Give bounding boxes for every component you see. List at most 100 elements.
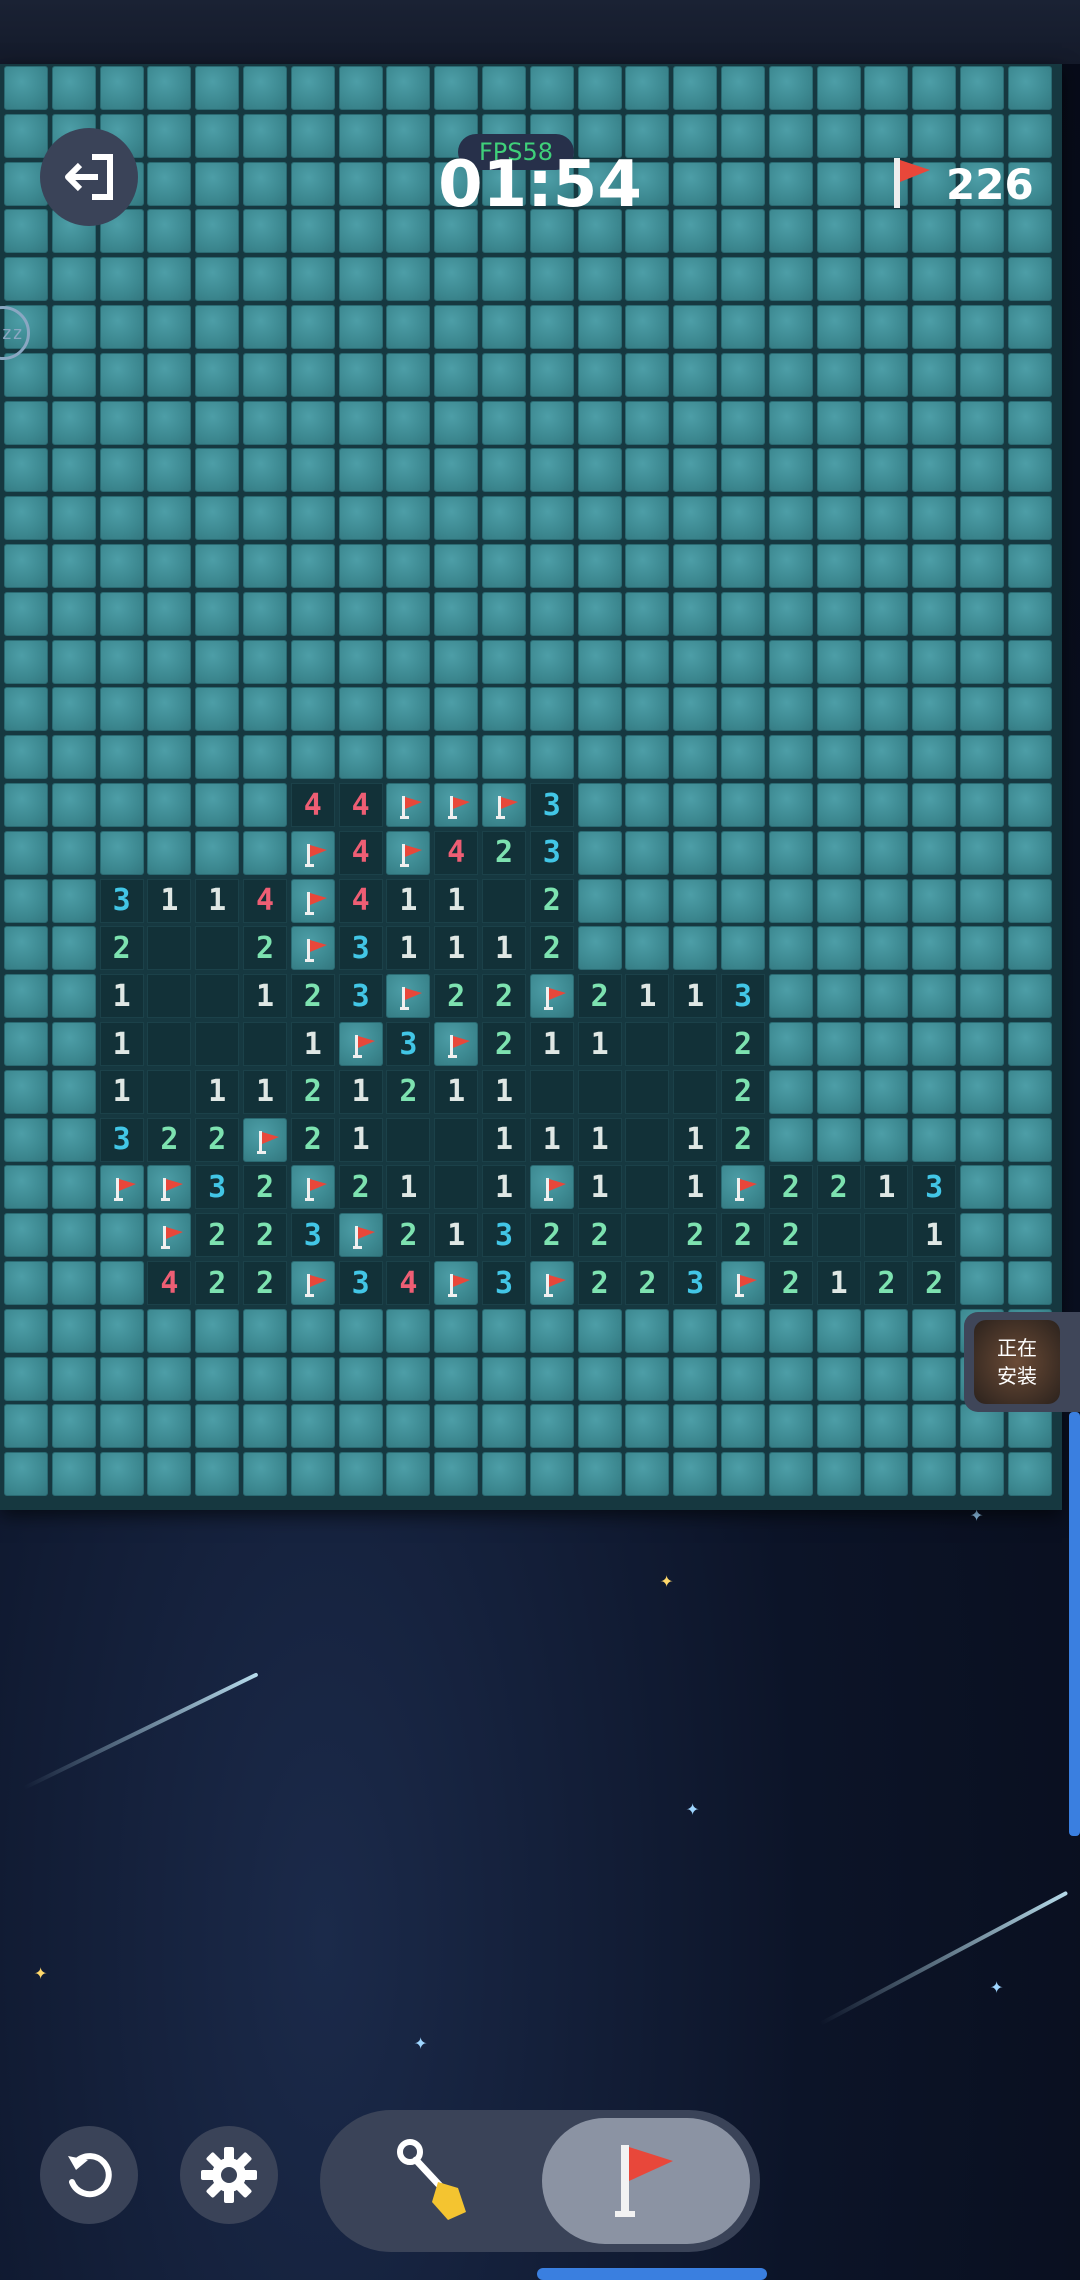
covered-cell[interactable] [577,687,622,732]
covered-cell[interactable] [816,591,861,636]
covered-cell[interactable] [1007,591,1052,636]
covered-cell[interactable] [864,66,909,110]
flagged-cell[interactable] [529,1261,574,1305]
covered-cell[interactable] [864,591,909,636]
covered-cell[interactable] [912,448,957,493]
covered-cell[interactable] [434,687,479,732]
covered-cell[interactable] [912,257,957,302]
covered-cell[interactable] [1007,66,1052,110]
empty-cell[interactable] [625,1117,670,1162]
empty-cell[interactable] [529,1069,574,1114]
covered-cell[interactable] [960,783,1004,827]
covered-cell[interactable] [864,830,909,875]
covered-cell[interactable] [529,639,574,684]
covered-cell[interactable] [768,544,813,588]
flagged-cell[interactable] [482,783,526,827]
covered-cell[interactable] [51,735,96,780]
covered-cell[interactable] [529,352,574,397]
covered-cell[interactable] [529,400,574,445]
covered-cell[interactable] [816,66,861,110]
covered-cell[interactable] [912,974,957,1019]
covered-cell[interactable] [147,639,192,684]
covered-cell[interactable] [434,448,479,493]
covered-cell[interactable] [51,878,96,923]
covered-cell[interactable] [912,209,957,254]
covered-cell[interactable] [721,1356,765,1401]
covered-cell[interactable] [673,352,718,397]
covered-cell[interactable] [864,1069,909,1114]
covered-cell[interactable] [147,783,192,827]
covered-cell[interactable] [768,305,813,349]
number-cell[interactable]: 2 [768,1165,813,1210]
number-cell[interactable]: 1 [912,1213,957,1258]
number-cell[interactable]: 1 [577,1165,622,1210]
covered-cell[interactable] [338,209,383,254]
covered-cell[interactable] [577,448,622,493]
covered-cell[interactable] [625,66,670,110]
covered-cell[interactable] [1007,1069,1052,1114]
covered-cell[interactable] [195,591,240,636]
number-cell[interactable]: 1 [482,1165,526,1210]
covered-cell[interactable] [338,448,383,493]
covered-cell[interactable] [4,687,48,732]
empty-cell[interactable] [625,1022,670,1066]
covered-cell[interactable] [816,113,861,158]
covered-cell[interactable] [147,591,192,636]
covered-cell[interactable] [960,1069,1004,1114]
covered-cell[interactable] [243,830,287,875]
covered-cell[interactable] [816,257,861,302]
covered-cell[interactable] [721,1404,765,1449]
covered-cell[interactable] [768,257,813,302]
number-cell[interactable]: 4 [338,830,383,875]
covered-cell[interactable] [338,305,383,349]
covered-cell[interactable] [338,591,383,636]
covered-cell[interactable] [673,305,718,349]
number-cell[interactable]: 2 [864,1261,909,1305]
covered-cell[interactable] [1007,830,1052,875]
covered-cell[interactable] [243,591,287,636]
covered-cell[interactable] [482,66,526,110]
covered-cell[interactable] [99,735,144,780]
covered-cell[interactable] [625,496,670,541]
covered-cell[interactable] [195,400,240,445]
number-cell[interactable]: 3 [673,1261,718,1305]
covered-cell[interactable] [577,400,622,445]
covered-cell[interactable] [721,1308,765,1353]
covered-cell[interactable] [960,1022,1004,1066]
covered-cell[interactable] [386,352,431,397]
covered-cell[interactable] [290,448,335,493]
covered-cell[interactable] [768,400,813,445]
covered-cell[interactable] [4,1261,48,1305]
number-cell[interactable]: 2 [529,926,574,971]
covered-cell[interactable] [625,1308,670,1353]
covered-cell[interactable] [195,352,240,397]
covered-cell[interactable] [529,496,574,541]
covered-cell[interactable] [290,639,335,684]
covered-cell[interactable] [195,113,240,158]
covered-cell[interactable] [51,926,96,971]
number-cell[interactable]: 2 [195,1213,240,1258]
covered-cell[interactable] [912,1404,957,1449]
number-cell[interactable]: 1 [482,1069,526,1114]
empty-cell[interactable] [625,1069,670,1114]
covered-cell[interactable] [51,1356,96,1401]
empty-cell[interactable] [864,1213,909,1258]
covered-cell[interactable] [768,926,813,971]
covered-cell[interactable] [625,591,670,636]
covered-cell[interactable] [482,496,526,541]
covered-cell[interactable] [4,257,48,302]
covered-cell[interactable] [147,1452,192,1497]
number-cell[interactable]: 2 [482,1022,526,1066]
covered-cell[interactable] [51,1213,96,1258]
covered-cell[interactable] [577,639,622,684]
covered-cell[interactable] [864,400,909,445]
covered-cell[interactable] [99,591,144,636]
number-cell[interactable]: 3 [912,1165,957,1210]
covered-cell[interactable] [912,783,957,827]
covered-cell[interactable] [864,974,909,1019]
covered-cell[interactable] [960,926,1004,971]
covered-cell[interactable] [673,448,718,493]
number-cell[interactable]: 1 [434,926,479,971]
flagged-cell[interactable] [434,1261,479,1305]
covered-cell[interactable] [768,974,813,1019]
